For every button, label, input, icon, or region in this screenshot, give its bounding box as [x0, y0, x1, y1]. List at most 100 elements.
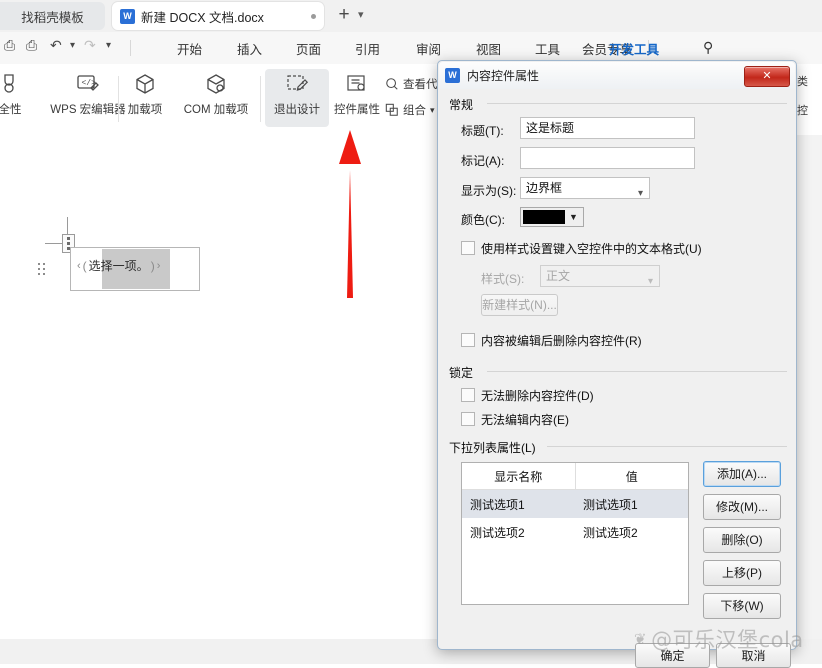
checkbox-box [461, 241, 475, 255]
quickaccess-more-icon[interactable]: ▾ [106, 40, 111, 51]
list-item-display: 测试选项2 [470, 525, 525, 540]
content-control-placeholder-text: 选择一项。 [88, 259, 149, 273]
add-button[interactable]: 添加(A)... [703, 461, 781, 487]
list-item-value: 测试选项2 [583, 525, 638, 540]
ribbon-button-security[interactable]: 全性 [0, 69, 42, 117]
group-rule-dropdown [547, 446, 787, 447]
use-style-checkbox-label: 使用样式设置键入空控件中的文本格式(U) [481, 242, 702, 256]
move-up-button[interactable]: 上移(P) [703, 560, 781, 586]
ribbon-separator-2 [260, 76, 261, 122]
content-control-bracket-right: › [156, 259, 161, 272]
exit-design-icon [265, 69, 329, 99]
chevron-down-icon[interactable]: ▾ [358, 8, 364, 21]
close-icon[interactable]: ✕ [744, 66, 790, 87]
wps-word-icon: W [120, 8, 135, 24]
menu-item-developer[interactable]: 开发工具 [607, 39, 661, 63]
dialog-title: 内容控件属性 [467, 69, 540, 83]
ribbon-item-group[interactable]: 组合 ▾ [385, 102, 435, 118]
cannot-delete-checkbox[interactable]: 无法删除内容控件(D) [461, 387, 594, 404]
print-preview-icon[interactable]: ⎙ [26, 37, 37, 54]
menu-item-reference[interactable]: 引用 [355, 39, 380, 58]
use-style-checkbox[interactable]: 使用样式设置键入空控件中的文本格式(U) [461, 240, 702, 257]
checkbox-box [461, 333, 475, 347]
ribbon-button-com-addins[interactable]: COM 加载项 [176, 69, 256, 117]
control-properties-icon [325, 69, 389, 99]
tab-find-template[interactable]: 找稻壳模板 [0, 2, 105, 30]
group-label-lock: 锁定 [449, 364, 480, 381]
ribbon-button-addins[interactable]: 加载项 [113, 69, 177, 117]
title-field[interactable]: 这是标题 [520, 117, 695, 139]
modify-button[interactable]: 修改(M)... [703, 494, 781, 520]
undo-caret-icon[interactable]: ▾ [70, 40, 75, 51]
list-item[interactable]: 测试选项2 测试选项2 [462, 518, 688, 546]
content-control-bracket-left: ‹ [77, 259, 81, 272]
ribbon-item-structure-label: 类 [797, 76, 808, 88]
delete-button[interactable]: 删除(O) [703, 527, 781, 553]
watermark-text: @可乐汉堡cola [651, 628, 804, 652]
tag-field[interactable] [520, 147, 695, 169]
group-label-general: 常规 [449, 96, 480, 113]
group-rule-lock [487, 371, 787, 372]
menu-item-view[interactable]: 视图 [476, 39, 501, 58]
content-control[interactable]: ‹ ( 选择一项。 ) › [38, 217, 200, 291]
show-as-value: 边界框 [526, 181, 563, 195]
style-select: 正文 ▾ [540, 265, 660, 287]
style-value: 正文 [546, 269, 571, 283]
checkbox-box [461, 388, 475, 402]
ribbon-item-group-label: 组合 [403, 105, 426, 117]
ribbon-button-addins-label: 加载项 [127, 104, 163, 116]
save-icon[interactable]: ⎙ [4, 37, 15, 54]
ribbon-button-control-properties[interactable]: 控件属性 [325, 69, 389, 117]
menu-item-insert[interactable]: 插入 [237, 39, 262, 58]
watermark: ❦ @可乐汉堡cola [634, 624, 822, 654]
menu-item-page[interactable]: 页面 [296, 39, 321, 58]
undo-icon[interactable]: ↶ [50, 37, 62, 54]
group-rule-general [487, 103, 787, 104]
tab-unsaved-dot-icon [311, 13, 316, 19]
move-down-button[interactable]: 下移(W) [703, 593, 781, 619]
shield-lock-icon [0, 69, 42, 99]
chevron-down-icon: ▼ [569, 212, 578, 222]
list-item[interactable]: 测试选项1 测试选项1 [462, 490, 688, 518]
ribbon-button-com-addins-label: COM 加载项 [183, 104, 249, 116]
chevron-down-icon[interactable]: ▾ [430, 105, 435, 116]
red-pointer-arrow [339, 130, 361, 298]
checkbox-box [461, 412, 475, 426]
cannot-delete-checkbox-label: 无法删除内容控件(D) [481, 389, 594, 403]
tag-field-label: 标记(A): [461, 154, 505, 168]
chevron-down-icon: ▾ [637, 188, 643, 199]
tab-find-template-label: 找稻壳模板 [21, 10, 84, 25]
show-as-select[interactable]: 边界框 ▾ [520, 177, 650, 199]
group-icon [385, 103, 398, 116]
menu-item-review[interactable]: 审阅 [416, 39, 441, 58]
svg-text:</>: </> [82, 79, 97, 88]
cube-gear-icon [176, 69, 256, 99]
view-code-icon [386, 78, 398, 90]
list-header-row: 显示名称 值 [462, 463, 688, 490]
menu-item-tools[interactable]: 工具 [535, 39, 560, 58]
dialog-title-bar[interactable]: W 内容控件属性 ✕ [439, 62, 795, 89]
color-picker-button[interactable]: ▼ [520, 207, 584, 227]
cannot-edit-checkbox-label: 无法编辑内容(E) [481, 413, 569, 427]
dropdown-items-list[interactable]: 显示名称 值 测试选项1 测试选项1 测试选项2 测试选项2 [461, 462, 689, 605]
menu-item-start[interactable]: 开始 [177, 39, 202, 58]
style-label: 样式(S): [481, 272, 525, 286]
remove-after-edit-checkbox-label: 内容被编辑后删除内容控件(R) [481, 334, 642, 348]
new-tab-button[interactable]: + [333, 5, 355, 27]
tab-strip: 找稻壳模板 W 新建 DOCX 文档.docx + ▾ [0, 0, 822, 32]
ribbon-button-exit-design[interactable]: 退出设计 [265, 69, 329, 127]
show-as-label: 显示为(S): [461, 184, 517, 198]
paragraph-move-handle-icon[interactable] [38, 263, 47, 275]
dialog-body: 常规 标题(T): 这是标题 标记(A): 显示为(S): 边界框 ▾ 颜色(C… [447, 94, 791, 668]
cannot-edit-checkbox[interactable]: 无法编辑内容(E) [461, 411, 569, 428]
wps-word-icon: W [445, 68, 460, 83]
tab-document[interactable]: W 新建 DOCX 文档.docx [112, 2, 324, 30]
search-icon[interactable]: ⚲ [703, 39, 713, 56]
content-control-box[interactable]: ‹ ( 选择一项。 ) › [70, 247, 200, 291]
list-item-display: 测试选项1 [470, 497, 525, 512]
chevron-down-icon: ▾ [647, 276, 653, 287]
remove-after-edit-checkbox[interactable]: 内容被编辑后删除内容控件(R) [461, 332, 642, 349]
ribbon-button-security-label: 全性 [0, 104, 22, 116]
ribbon-item-control-label: 控 [797, 105, 808, 117]
column-header-display-name: 显示名称 [462, 463, 576, 489]
